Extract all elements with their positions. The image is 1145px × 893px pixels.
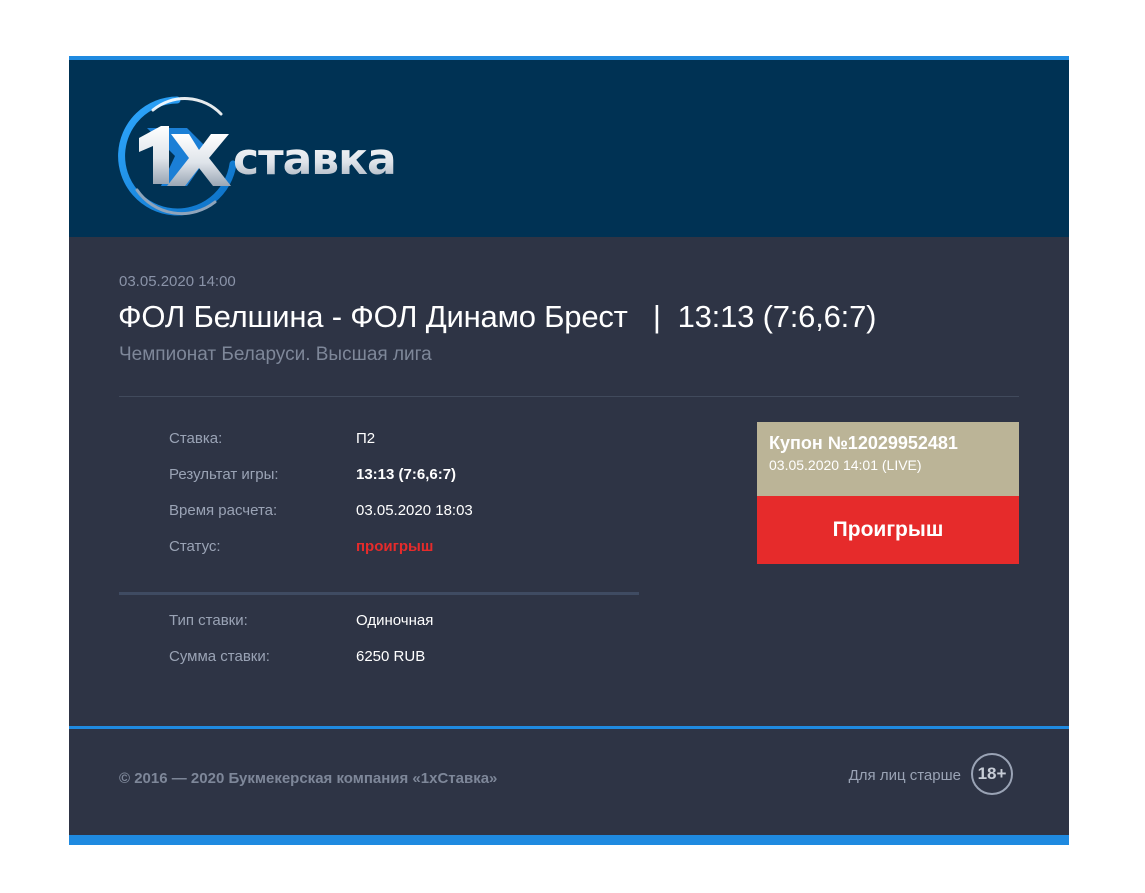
stake-value: 6250 RUB — [356, 648, 426, 665]
age-restriction-text: Для лиц старше — [848, 767, 961, 784]
settlement-time-value: 03.05.2020 18:03 — [356, 502, 473, 519]
divider — [119, 396, 1019, 397]
coupon-header: Купон №12029952481 03.05.2020 14:01 (LIV… — [757, 422, 1019, 496]
bet-value: П2 — [356, 430, 376, 447]
divider — [119, 592, 639, 595]
footer: © 2016 — 2020 Букмекерская компания «1xС… — [69, 726, 1069, 845]
league-name: Чемпионат Беларуси. Высшая лига — [119, 344, 432, 365]
stake-label: Сумма ставки: — [169, 648, 270, 665]
coupon-number: Купон №12029952481 — [769, 433, 958, 453]
bet-type-value: Одиночная — [356, 612, 434, 629]
email-page: ставка 03.05.2020 14:00 ФОЛ Белшина - ФО… — [69, 56, 1069, 845]
settlement-time-label: Время расчета: — [169, 502, 278, 519]
game-result-value: 13:13 (7:6,6:7) — [356, 466, 457, 483]
coupon-card: Купон №12029952481 03.05.2020 14:01 (LIV… — [757, 422, 1019, 564]
header: ставка — [69, 56, 1069, 237]
bet-type-label: Тип ставки: — [169, 612, 248, 629]
event-datetime: 03.05.2020 14:00 — [119, 273, 236, 290]
copyright: © 2016 — 2020 Букмекерская компания «1xС… — [119, 770, 498, 787]
status-label: Статус: — [169, 538, 221, 555]
match-title: ФОЛ Белшина - ФОЛ Динамо Брест | 13:13 (… — [118, 299, 877, 334]
coupon-date: 03.05.2020 14:01 (LIVE) — [769, 457, 922, 473]
game-result-label: Результат игры: — [169, 466, 279, 483]
age-18-icon: 18+ — [971, 753, 1013, 795]
1xstavka-logo-icon: ставка — [118, 96, 397, 216]
status-value: проигрыш — [356, 538, 434, 555]
bet-label: Ставка: — [169, 430, 223, 447]
coupon-result-badge: Проигрыш — [757, 496, 1019, 564]
svg-text:ставка: ставка — [233, 134, 396, 185]
content-area: 03.05.2020 14:00 ФОЛ Белшина - ФОЛ Динам… — [69, 237, 1069, 726]
